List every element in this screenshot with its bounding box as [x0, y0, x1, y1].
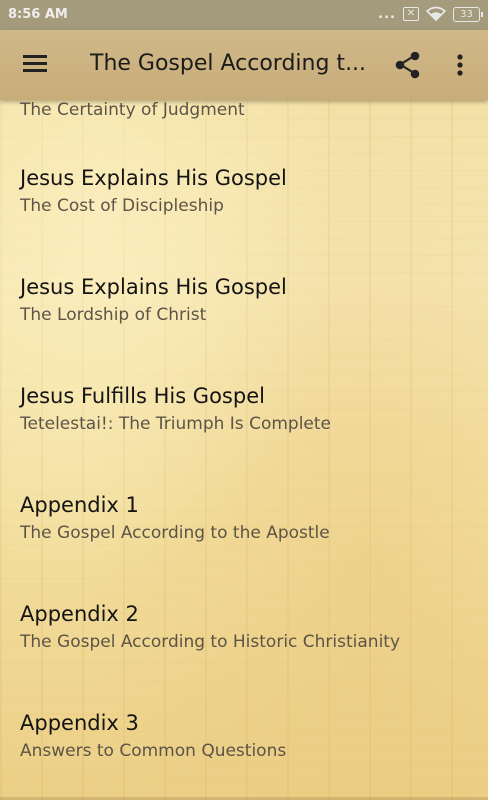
share-button[interactable]: [392, 50, 424, 80]
status-bar: 8:56 AM ... ✕ 33: [0, 0, 488, 30]
item-title: Jesus Explains His Gospel: [20, 275, 287, 299]
item-subtitle: The Gospel According to Historic Christi…: [20, 632, 401, 652]
item-subtitle: The Lordship of Christ: [20, 305, 207, 325]
menu-icon: [23, 55, 47, 58]
list-item[interactable]: Appendix 2 The Gospel According to Histo…: [0, 602, 488, 711]
item-subtitle: Answers to Common Questions: [20, 741, 287, 761]
share-icon: [395, 51, 420, 79]
page-title: The Gospel According t...: [90, 51, 367, 76]
item-subtitle: The Cost of Discipleship: [20, 196, 224, 216]
item-title: Appendix 1: [20, 493, 139, 517]
battery-icon: 33: [453, 6, 483, 22]
list-item[interactable]: Jesus Explains His Gospel The Cost of Di…: [0, 166, 488, 275]
more-vert-icon: [457, 54, 463, 76]
status-time: 8:56 AM: [8, 7, 68, 22]
notification-dots: ...: [378, 6, 396, 22]
sim-x-icon: ✕: [403, 7, 419, 21]
list-item[interactable]: Jesus Explains His Gospel The Lordship o…: [0, 275, 488, 384]
list-item[interactable]: Jesus Fulfills His Gospel Tetelestai!: T…: [0, 384, 488, 493]
item-title: Jesus Fulfills His Gospel: [20, 384, 265, 408]
menu-button[interactable]: [18, 51, 52, 79]
wifi-icon: [426, 6, 446, 22]
chapter-list: The Certainty of Judgment Jesus Explains…: [0, 100, 488, 800]
item-subtitle: Tetelestai!: The Triumph Is Complete: [20, 414, 331, 434]
status-icons: ... ✕ 33: [378, 6, 483, 22]
more-options-button[interactable]: [448, 50, 472, 80]
item-title: Appendix 2: [20, 602, 139, 626]
list-item[interactable]: Appendix 3 Answers to Common Questions: [0, 711, 488, 800]
item-subtitle: The Certainty of Judgment: [20, 100, 245, 120]
app-bar: The Gospel According t...: [0, 30, 488, 100]
item-title: Appendix 3: [20, 711, 139, 735]
list-item[interactable]: Appendix 1 The Gospel According to the A…: [0, 493, 488, 602]
item-title: Jesus Explains His Gospel: [20, 166, 287, 190]
item-subtitle: The Gospel According to the Apostle: [20, 523, 330, 543]
